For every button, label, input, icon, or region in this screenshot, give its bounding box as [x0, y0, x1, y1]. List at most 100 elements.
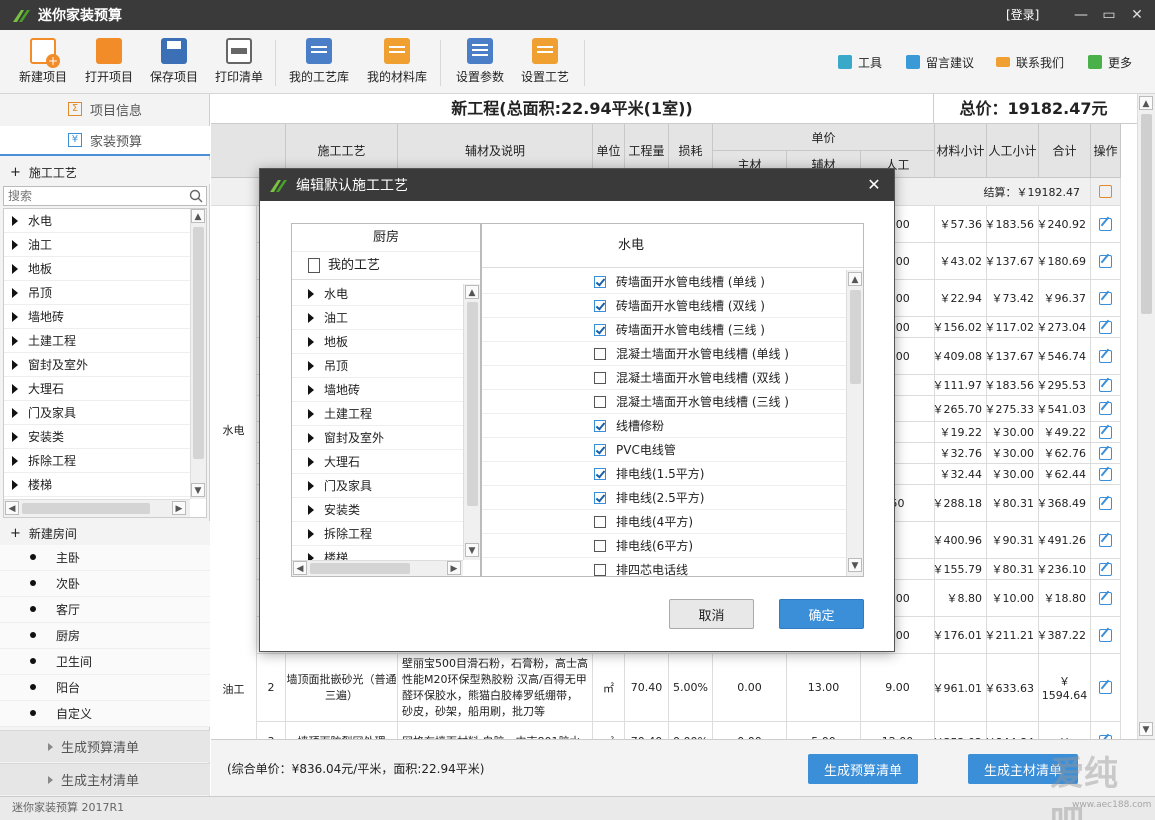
expand-triangle-icon: [308, 457, 314, 467]
process-checkbox[interactable]: [594, 420, 606, 432]
expand-triangle-icon: [308, 313, 314, 323]
dialog-close-icon[interactable]: ✕: [862, 173, 886, 197]
category-item[interactable]: 门及家具: [292, 474, 464, 498]
expand-triangle-icon: [308, 481, 314, 491]
room-header: 厨房: [292, 224, 480, 252]
process-check-item[interactable]: 排四芯电话线: [482, 558, 846, 576]
category-label: 水电: [324, 287, 348, 301]
category-item[interactable]: 土建工程: [292, 402, 464, 426]
category-horizontal-scrollbar[interactable]: ◀ ▶: [292, 560, 463, 576]
room-process-pane: 厨房 我的工艺 水电油工地板吊顶墙地砖土建工程窗封及室外大理石门及家具安装类拆除…: [291, 223, 481, 577]
process-check-item[interactable]: 排电线(6平方): [482, 534, 846, 558]
process-label: 混凝土墙面开水管电线槽 (三线 ): [616, 393, 789, 410]
expand-triangle-icon: [308, 289, 314, 299]
process-label: 线槽修粉: [616, 417, 664, 434]
process-label: 排四芯电话线: [616, 561, 688, 576]
confirm-button[interactable]: 确定: [779, 599, 864, 629]
process-check-item[interactable]: 线槽修粉: [482, 414, 846, 438]
category-item[interactable]: 墙地砖: [292, 378, 464, 402]
scroll-thumb[interactable]: [850, 290, 861, 384]
process-label: 排电线(6平方): [616, 537, 693, 554]
expand-triangle-icon: [308, 385, 314, 395]
scroll-down-icon[interactable]: ▼: [465, 543, 479, 557]
category-item[interactable]: 水电: [292, 282, 464, 306]
category-item[interactable]: 楼梯: [292, 546, 464, 560]
category-item[interactable]: 大理石: [292, 450, 464, 474]
process-check-item[interactable]: 混凝土墙面开水管电线槽 (三线 ): [482, 390, 846, 414]
process-vertical-scrollbar[interactable]: ▲ ▼: [846, 270, 863, 576]
category-label: 大理石: [324, 455, 360, 469]
category-label: 土建工程: [324, 407, 372, 421]
app-logo-icon: [268, 175, 288, 195]
category-label: 吊顶: [324, 359, 348, 373]
scroll-up-icon[interactable]: ▲: [465, 285, 479, 299]
expand-triangle-icon: [308, 433, 314, 443]
process-checkbox[interactable]: [594, 276, 606, 288]
scroll-right-icon[interactable]: ▶: [447, 561, 461, 575]
cancel-button[interactable]: 取消: [669, 599, 754, 629]
process-check-list: 砖墙面开水管电线槽 (单线 ) 砖墙面开水管电线槽 (双线 ) 砖墙面开水管电线槽 …: [482, 270, 846, 576]
process-check-pane: 水电 砖墙面开水管电线槽 (单线 )砖墙面开水管电线槽 (双线 )砖墙面开水管电…: [481, 223, 864, 577]
expand-triangle-icon: [308, 505, 314, 515]
process-check-item[interactable]: 砖墙面开水管电线槽 (单线 ): [482, 270, 846, 294]
scroll-thumb[interactable]: [310, 563, 410, 574]
process-label: PVC电线管: [616, 441, 676, 458]
category-item[interactable]: 吊顶: [292, 354, 464, 378]
process-label: 混凝土墙面开水管电线槽 (双线 ): [616, 369, 789, 386]
category-item[interactable]: 窗封及室外: [292, 426, 464, 450]
process-check-item[interactable]: 砖墙面开水管电线槽 (双线 ): [482, 294, 846, 318]
category-item[interactable]: 油工: [292, 306, 464, 330]
expand-triangle-icon: [308, 529, 314, 539]
process-label: 砖墙面开水管电线槽 (单线 ): [616, 273, 765, 290]
category-label: 安装类: [324, 503, 360, 517]
scroll-up-icon[interactable]: ▲: [848, 272, 862, 286]
expand-triangle-icon: [308, 409, 314, 419]
process-label: 砖墙面开水管电线槽 (三线 ): [616, 321, 765, 338]
process-check-item[interactable]: 排电线(1.5平方): [482, 462, 846, 486]
my-process-node[interactable]: 我的工艺: [292, 252, 480, 280]
process-label: 排电线(1.5平方): [616, 465, 704, 482]
dialog-title: 编辑默认施工工艺: [296, 175, 408, 195]
process-checkbox[interactable]: [594, 540, 606, 552]
process-check-item[interactable]: 排电线(2.5平方): [482, 486, 846, 510]
category-vertical-scrollbar[interactable]: ▲ ▼: [463, 284, 480, 560]
category-header: 水电: [482, 224, 863, 268]
document-icon: [308, 258, 320, 273]
process-label: 排电线(2.5平方): [616, 489, 704, 506]
category-label: 拆除工程: [324, 527, 372, 541]
category-item[interactable]: 地板: [292, 330, 464, 354]
process-checkbox[interactable]: [594, 300, 606, 312]
app-window: 迷你家装预算 [登录] — ▭ ✕ + 新建项目 打开项目 保存项目 打印清单 …: [0, 0, 1155, 820]
process-checkbox[interactable]: [594, 348, 606, 360]
process-label: 砖墙面开水管电线槽 (双线 ): [616, 297, 765, 314]
process-check-item[interactable]: PVC电线管: [482, 438, 846, 462]
category-label: 地板: [324, 335, 348, 349]
category-item[interactable]: 拆除工程: [292, 522, 464, 546]
process-check-item[interactable]: 混凝土墙面开水管电线槽 (双线 ): [482, 366, 846, 390]
expand-triangle-icon: [308, 337, 314, 347]
process-checkbox[interactable]: [594, 516, 606, 528]
my-process-label: 我的工艺: [328, 252, 380, 280]
category-item[interactable]: 安装类: [292, 498, 464, 522]
scroll-thumb[interactable]: [467, 302, 478, 506]
process-checkbox[interactable]: [594, 396, 606, 408]
process-check-item[interactable]: 砖墙面开水管电线槽 (三线 ): [482, 318, 846, 342]
category-label: 油工: [324, 311, 348, 325]
expand-triangle-icon: [308, 361, 314, 371]
process-checkbox[interactable]: [594, 492, 606, 504]
scroll-left-icon[interactable]: ◀: [293, 561, 307, 575]
process-checkbox[interactable]: [594, 324, 606, 336]
process-checkbox[interactable]: [594, 372, 606, 384]
process-checkbox[interactable]: [594, 444, 606, 456]
scroll-down-icon[interactable]: ▼: [848, 558, 862, 572]
process-checkbox[interactable]: [594, 564, 606, 576]
process-check-item[interactable]: 混凝土墙面开水管电线槽 (单线 ): [482, 342, 846, 366]
category-list: 水电油工地板吊顶墙地砖土建工程窗封及室外大理石门及家具安装类拆除工程楼梯: [292, 282, 464, 560]
dialog-title-bar: 编辑默认施工工艺: [260, 169, 894, 201]
edit-process-dialog: 编辑默认施工工艺 ✕ 厨房 我的工艺 水电油工地板吊顶墙地砖土建工程窗封及室外大…: [259, 168, 895, 652]
category-label: 门及家具: [324, 479, 372, 493]
process-checkbox[interactable]: [594, 468, 606, 480]
process-check-item[interactable]: 排电线(4平方): [482, 510, 846, 534]
process-label: 混凝土墙面开水管电线槽 (单线 ): [616, 345, 789, 362]
process-label: 排电线(4平方): [616, 513, 693, 530]
